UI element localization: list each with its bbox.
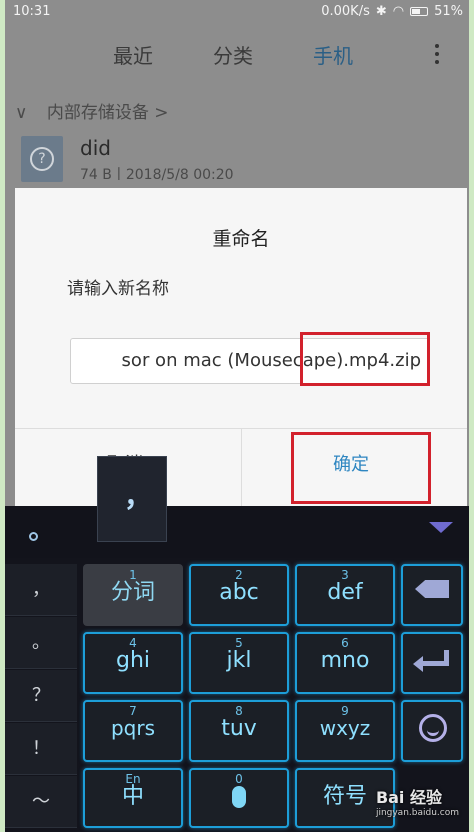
key-4[interactable]: 4 ghi bbox=[83, 632, 183, 694]
status-time: 10:31 bbox=[13, 4, 51, 19]
file-list-item[interactable]: ? did 74 B丨2018/5/8 00:20 bbox=[5, 130, 469, 190]
wifi-icon: ◠ bbox=[392, 4, 405, 19]
key-1[interactable]: 1 分词 bbox=[83, 564, 183, 626]
key-3[interactable]: 3 def bbox=[295, 564, 395, 626]
battery-percent: 51% bbox=[434, 4, 463, 19]
key-number: 0 bbox=[235, 772, 243, 786]
watermark: Bai 经验 jingyan.baidu.com bbox=[376, 784, 459, 818]
key-label: ghi bbox=[115, 648, 151, 673]
key-label: pqrs bbox=[110, 716, 156, 740]
highlight-box-extension bbox=[300, 332, 430, 386]
space-key[interactable]: 0 bbox=[189, 768, 289, 828]
tab-category[interactable]: 分类 bbox=[213, 40, 253, 69]
highlight-box-confirm bbox=[291, 432, 431, 504]
key-5[interactable]: 5 jkl bbox=[189, 632, 289, 694]
battery-icon bbox=[410, 7, 429, 16]
tab-bar: 最近 分类 手机 bbox=[5, 30, 469, 78]
punctuation-column: ， 。 ？ ！ ～ bbox=[5, 564, 77, 829]
emoji-key[interactable] bbox=[401, 700, 463, 762]
key-label: jkl bbox=[226, 648, 252, 673]
punct-key[interactable]: ！ bbox=[5, 723, 77, 775]
microphone-icon bbox=[232, 786, 246, 808]
key-preview-popup: ， bbox=[97, 456, 167, 542]
more-options-icon[interactable] bbox=[435, 44, 441, 64]
key-2[interactable]: 2 abc bbox=[189, 564, 289, 626]
punct-key[interactable]: ， bbox=[5, 564, 77, 616]
key-6[interactable]: 6 mno bbox=[295, 632, 395, 694]
network-speed: 0.00K/s bbox=[321, 4, 370, 19]
key-label: abc bbox=[219, 580, 259, 605]
key-label: 中 bbox=[121, 784, 144, 809]
language-key[interactable]: En 中 bbox=[83, 768, 183, 828]
key-8[interactable]: 8 tuv bbox=[189, 700, 289, 762]
watermark-url: jingyan.baidu.com bbox=[375, 808, 459, 818]
key-preview-char: ， bbox=[124, 480, 153, 513]
punct-key[interactable]: ？ bbox=[5, 670, 77, 722]
unknown-file-icon: ? bbox=[21, 136, 63, 182]
key-label: mno bbox=[320, 648, 370, 673]
rename-dialog: 重命名 请输入新名称 sor on mac (Mousecape).mp4.zi… bbox=[15, 188, 467, 508]
backspace-icon bbox=[415, 580, 449, 598]
key-label: wxyz bbox=[319, 716, 371, 740]
dialog-title: 重命名 bbox=[212, 228, 270, 250]
phone-screen: 10:31 0.00K/s ✱ ◠ 51% 最近 分类 手机 ∨ 内部存储设备 … bbox=[5, 0, 469, 832]
smiley-icon bbox=[419, 714, 447, 742]
chevron-down-icon: ∨ bbox=[15, 103, 28, 123]
tab-recent[interactable]: 最近 bbox=[113, 40, 153, 69]
keyboard-toolbar bbox=[5, 506, 469, 558]
file-name: did bbox=[80, 136, 111, 160]
button-separator bbox=[241, 428, 242, 508]
key-7[interactable]: 7 pqrs bbox=[83, 700, 183, 762]
punct-key[interactable]: 。 bbox=[5, 617, 77, 669]
breadcrumb-label: 内部存储设备 > bbox=[46, 103, 169, 123]
key-label: 分词 bbox=[110, 580, 155, 605]
dialog-message: 请输入新名称 bbox=[67, 279, 169, 299]
backspace-key[interactable] bbox=[401, 564, 463, 626]
collapse-keyboard-icon[interactable] bbox=[429, 522, 453, 533]
breadcrumb[interactable]: ∨ 内部存储设备 > bbox=[15, 98, 169, 123]
key-label: tuv bbox=[221, 716, 257, 741]
tab-phone[interactable]: 手机 bbox=[313, 40, 353, 69]
key-9[interactable]: 9 wxyz bbox=[295, 700, 395, 762]
bluetooth-icon: ✱ bbox=[375, 4, 387, 19]
ime-keyboard: ， 。 ？ ！ ～ 1 分词 2 abc 3 def 4 ghi 5 jkl 6… bbox=[5, 506, 469, 832]
status-bar: 10:31 0.00K/s ✱ ◠ 51% bbox=[5, 0, 469, 24]
watermark-brand: Bai 经验 bbox=[375, 788, 442, 807]
punct-key[interactable]: ～ bbox=[5, 776, 77, 828]
settings-circle-icon[interactable] bbox=[29, 532, 38, 541]
key-label: def bbox=[327, 580, 363, 605]
enter-arrow-icon bbox=[413, 656, 423, 672]
file-meta: 74 B丨2018/5/8 00:20 bbox=[80, 167, 234, 183]
enter-key[interactable] bbox=[401, 632, 463, 694]
status-right: 0.00K/s ✱ ◠ 51% bbox=[321, 4, 463, 19]
